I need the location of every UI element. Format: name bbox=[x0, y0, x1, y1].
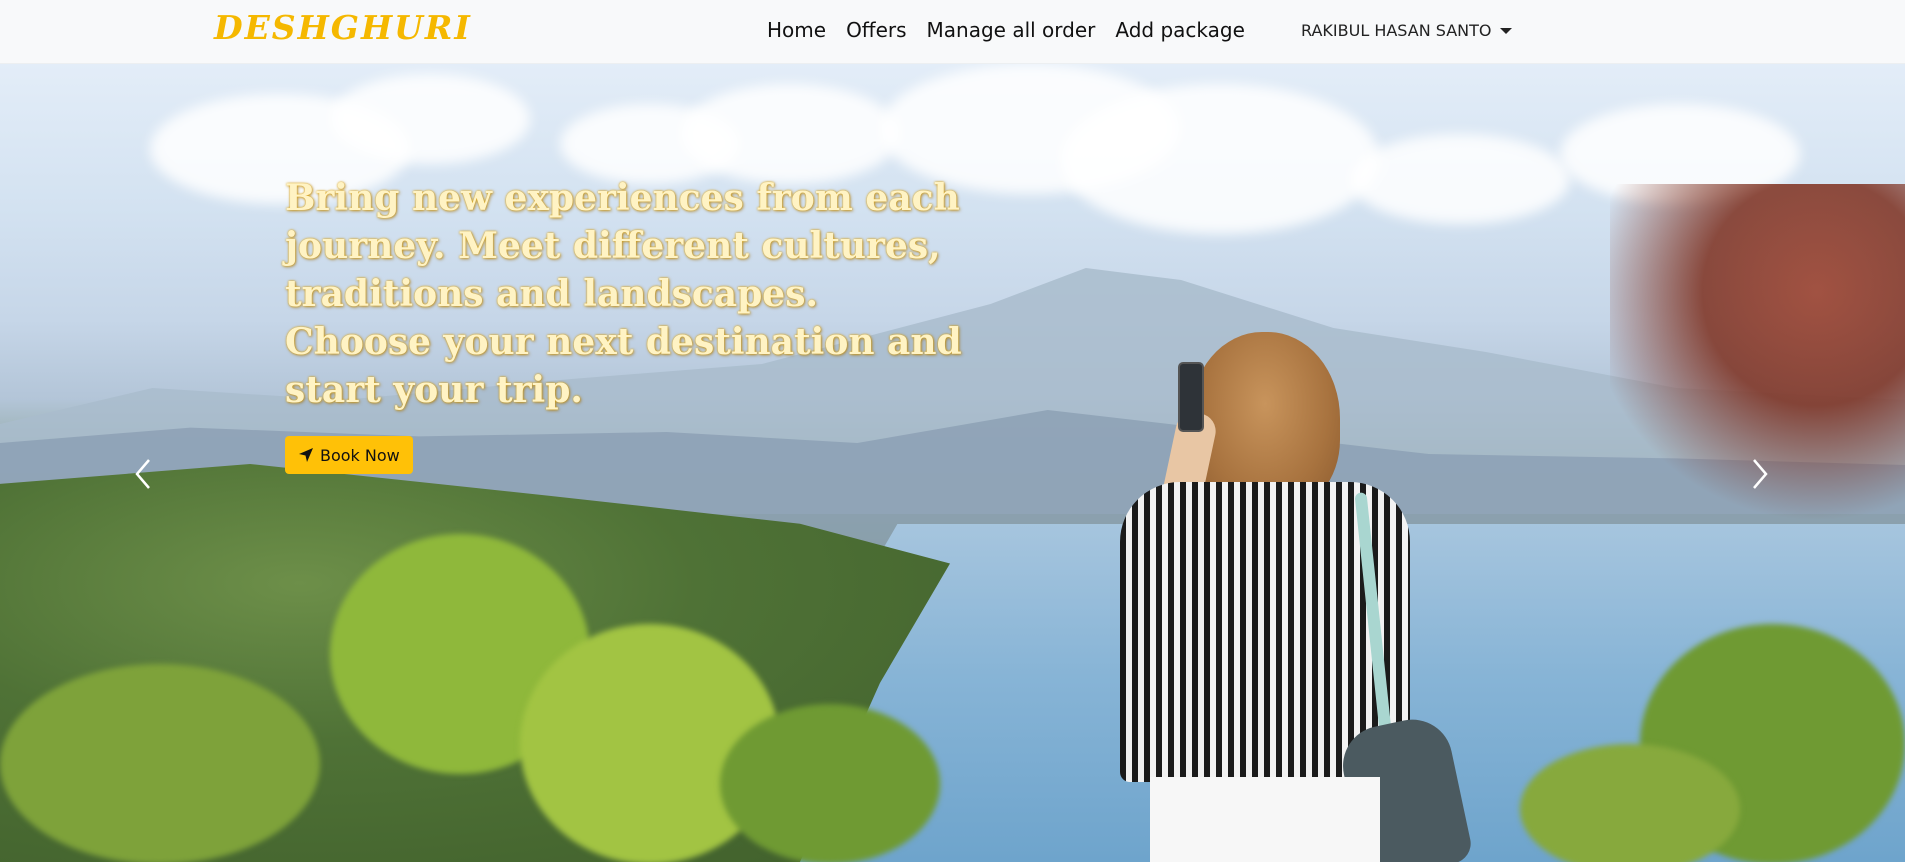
woman-photographer bbox=[1080, 332, 1520, 862]
book-now-label: Book Now bbox=[320, 445, 400, 465]
nav-link-offers[interactable]: Offers bbox=[846, 18, 906, 42]
nav-link-manage-all-order[interactable]: Manage all order bbox=[927, 18, 1096, 42]
user-name: RAKIBUL HASAN SANTO bbox=[1301, 21, 1492, 40]
hero-caption: Bring new experiences from each journey.… bbox=[285, 177, 962, 411]
nav-link-home[interactable]: Home bbox=[767, 18, 826, 42]
brand-logo[interactable]: DESHGHURI bbox=[214, 8, 472, 47]
carousel-next-button[interactable] bbox=[1740, 444, 1780, 504]
navbar: DESHGHURI Home Offers Manage all order A… bbox=[0, 0, 1905, 64]
chevron-left-icon bbox=[135, 459, 150, 489]
user-dropdown[interactable]: RAKIBUL HASAN SANTO bbox=[1301, 21, 1513, 40]
nav-links: Home Offers Manage all order Add package bbox=[767, 18, 1265, 42]
location-arrow-icon bbox=[299, 448, 313, 462]
book-now-button[interactable]: Book Now bbox=[285, 436, 413, 474]
hero-carousel: Bring new experiences from each journey.… bbox=[0, 64, 1905, 862]
caret-down-icon bbox=[1500, 27, 1513, 34]
chevron-right-icon bbox=[1753, 459, 1768, 489]
nav-link-add-package[interactable]: Add package bbox=[1115, 18, 1245, 42]
carousel-prev-button[interactable] bbox=[123, 444, 163, 504]
